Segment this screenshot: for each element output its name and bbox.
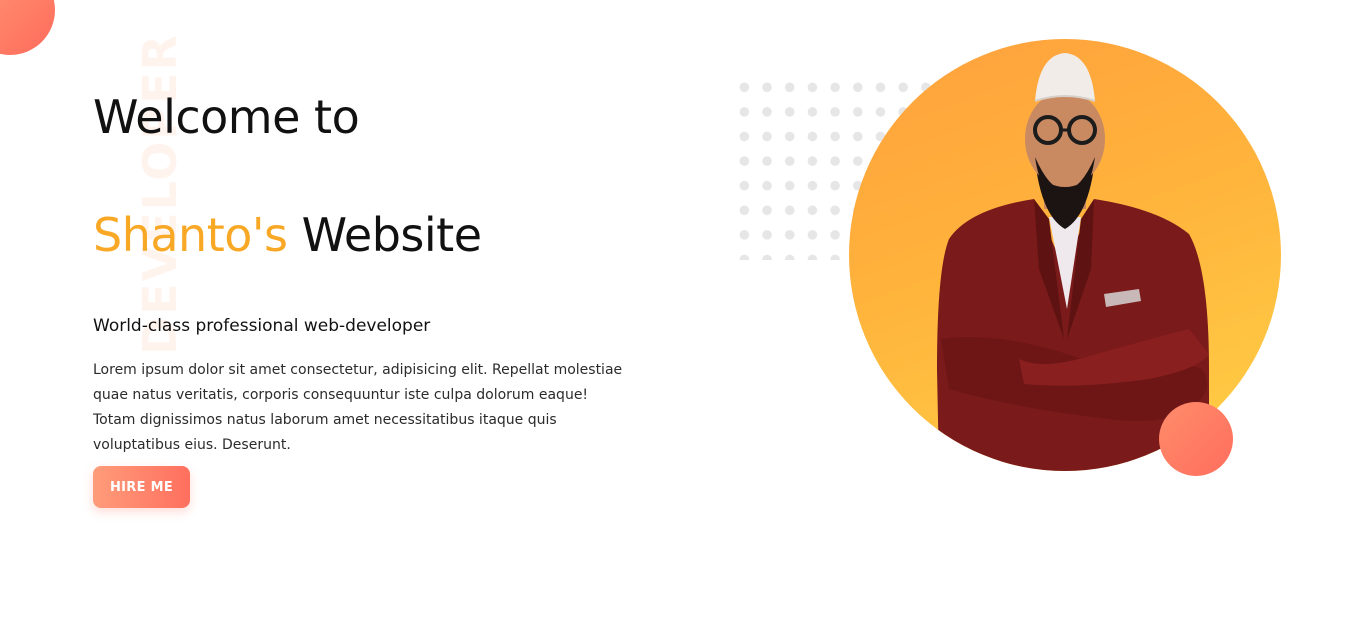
portrait-container <box>849 39 1281 471</box>
hero-description: Lorem ipsum dolor sit amet consectetur, … <box>93 362 623 453</box>
corner-decoration-circle <box>0 0 55 55</box>
hero-page: DEVELOPER Welcome to Shanto's Website Wo… <box>0 0 1355 640</box>
hero-title-rest: Website <box>301 208 482 262</box>
hero-name: Shanto's <box>93 208 288 262</box>
hire-me-button[interactable]: HIRE ME <box>93 466 190 508</box>
hero-tagline: World-class professional web-developer <box>93 316 431 336</box>
hero-title-line-2: Shanto's Website <box>93 204 633 266</box>
hero-title-line-1: Welcome to <box>93 90 360 144</box>
portrait-illustration <box>937 53 1209 471</box>
portrait-circle <box>849 39 1281 471</box>
accent-decoration-circle <box>1159 402 1233 476</box>
hero-text-block: Welcome to Shanto's Website World-class … <box>93 86 633 508</box>
